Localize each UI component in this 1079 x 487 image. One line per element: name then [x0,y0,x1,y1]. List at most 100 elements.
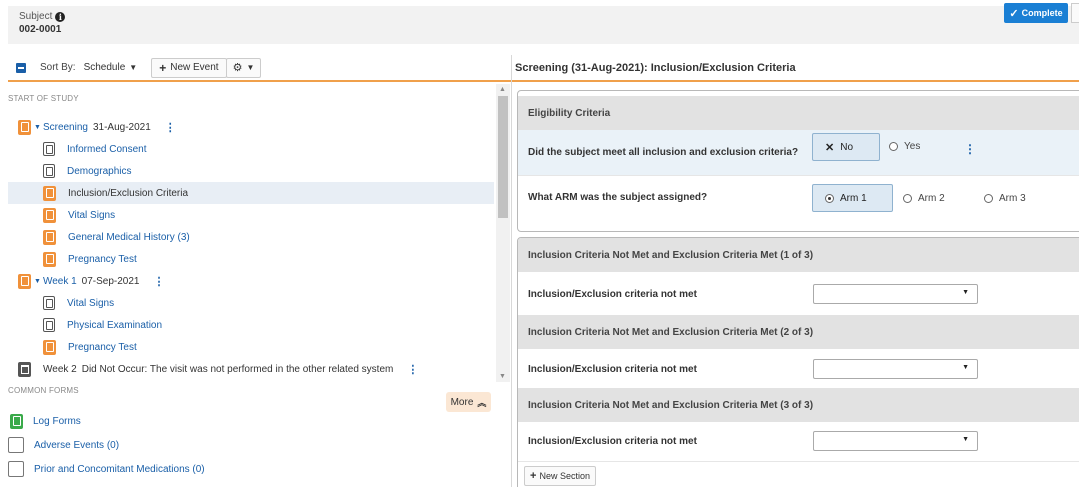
form-link[interactable]: Pregnancy Test [68,342,137,353]
form-row[interactable]: Vital Signs [8,292,494,314]
form-link[interactable]: Physical Examination [67,320,162,331]
option-arm2[interactable]: Arm 2 [903,185,945,211]
event-date: 07-Sep-2021 [81,275,140,287]
common-form-link[interactable]: Prior and Concomitant Medications (0) [34,464,205,475]
form-link[interactable]: General Medical History (3) [68,232,190,243]
form-icon [43,185,56,201]
checkbox-icon[interactable] [8,437,24,453]
settings-button[interactable]: ⚙ ▼ [225,57,262,78]
field-label: Inclusion/Exclusion criteria not met [528,288,697,300]
form-row[interactable]: General Medical History (3) [8,226,494,248]
form-icon [43,229,56,245]
common-form-row[interactable]: Log Forms [8,410,428,432]
eligibility-header: Eligibility Criteria [518,96,1079,130]
sort-dropdown[interactable]: Schedule ▼ [84,62,138,73]
new-event-button[interactable]: + New Event [151,57,227,78]
form-icon [43,251,56,267]
criteria-select[interactable] [813,431,978,451]
checkbox-icon[interactable] [8,461,24,477]
criteria-select[interactable] [813,359,978,379]
form-row[interactable]: Informed Consent [8,138,494,160]
event-row-week2[interactable]: Week 2 Did Not Occur: The visit was not … [8,358,494,380]
divider [518,175,1079,176]
form-link[interactable]: Vital Signs [67,298,114,309]
collapse-all-icon[interactable] [16,62,26,73]
form-title: Screening (31-Aug-2021): Inclusion/Exclu… [515,61,796,74]
expand-icon[interactable]: ▼ [34,124,41,131]
form-row[interactable]: Vital Signs [8,204,494,226]
form-row-selected[interactable]: Inclusion/Exclusion Criteria [8,182,494,204]
more-actions-button[interactable] [1071,3,1079,23]
more-button[interactable]: More ︽ [446,392,491,412]
question-label: Did the subject meet all inclusion and e… [528,147,799,158]
form-icon [43,339,56,355]
common-form-link[interactable]: Log Forms [33,416,81,427]
criteria-select[interactable] [813,284,978,304]
option-label: No [840,141,854,153]
form-icon [18,273,31,289]
form-row[interactable]: Pregnancy Test [8,336,494,358]
form-link[interactable]: Vital Signs [68,210,115,221]
form-row[interactable]: Pregnancy Test [8,248,494,270]
kebab-menu-icon[interactable]: ⋮ [165,121,176,134]
option-arm3[interactable]: Arm 3 [984,185,1026,211]
new-section-button[interactable]: + New Section [524,466,596,486]
common-forms-label: COMMON FORMS [8,386,79,395]
kebab-menu-icon[interactable]: ⋮ [964,142,976,156]
radio-icon [903,193,912,203]
event-row-screening[interactable]: ▼ Screening 31-Aug-2021 ⋮ [8,116,494,138]
expand-icon[interactable]: ▼ [34,278,41,285]
form-link[interactable]: Informed Consent [67,144,147,155]
form-icon [10,413,23,429]
option-yes[interactable]: Yes [889,133,920,159]
event-name: Week 2 [43,363,77,375]
form-link[interactable]: Demographics [67,166,131,177]
event-name[interactable]: Week 1 [43,276,77,287]
section-header: Inclusion Criteria Not Met and Exclusion… [518,238,1079,272]
section-field-row: Inclusion/Exclusion criteria not met [518,274,1079,314]
chevron-down-icon: ▼ [129,63,138,72]
document-icon [43,164,55,178]
question-label: What ARM was the subject assigned? [528,191,708,203]
scroll-up-icon[interactable]: ▲ [499,86,506,93]
tree-scrollbar[interactable]: ▲ ▼ [496,84,510,382]
subject-label-row: Subject i [19,11,1068,22]
scroll-down-icon[interactable]: ▼ [499,373,506,380]
scroll-thumb[interactable] [498,96,508,218]
common-form-row[interactable]: Adverse Events (0) [8,434,428,456]
section-field-row: Inclusion/Exclusion criteria not met [518,421,1079,461]
option-arm1[interactable]: Arm 1 [812,184,893,212]
info-icon[interactable]: i [55,11,66,22]
event-row-week1[interactable]: ▼ Week 1 07-Sep-2021 ⋮ [8,270,494,292]
form-link[interactable]: Pregnancy Test [68,254,137,265]
complete-button[interactable]: ✓ Complete [1004,3,1068,23]
sort-value: Schedule [83,62,126,73]
check-icon: ✓ [1009,7,1019,20]
option-label: Yes [904,140,921,152]
common-forms-panel: COMMON FORMS More ︽ Log Forms Adverse Ev… [8,386,511,487]
section-header: Inclusion Criteria Not Met and Exclusion… [518,315,1079,349]
question-row-arm: What ARM was the subject assigned? Arm 1… [518,177,1079,217]
form-row[interactable]: Demographics [8,160,494,182]
kebab-menu-icon[interactable]: ⋮ [154,275,165,288]
new-event-label: New Event [170,62,219,73]
x-icon: ✕ [825,141,835,154]
form-icon [18,119,31,135]
form-row[interactable]: Physical Examination [8,314,494,336]
double-chevron-up-icon: ︽ [477,397,487,408]
new-section-label: New Section [539,471,590,481]
event-name[interactable]: Screening [43,122,88,133]
form-header: Screening (31-Aug-2021): Inclusion/Exclu… [512,55,1079,82]
option-label: Arm 1 [840,192,867,204]
left-toolbar: Sort By: Schedule ▼ + New Event ⚙ ▼ [8,55,511,82]
section-header: Inclusion Criteria Not Met and Exclusion… [518,388,1079,422]
panel-divider[interactable] [511,55,512,487]
calendar-icon [18,361,31,377]
kebab-menu-icon[interactable]: ⋮ [407,363,418,376]
form-link[interactable]: Inclusion/Exclusion Criteria [68,188,188,199]
common-form-row[interactable]: Prior and Concomitant Medications (0) [8,458,428,480]
common-form-link[interactable]: Adverse Events (0) [34,440,119,451]
option-no[interactable]: ✕ No [812,133,880,161]
divider [518,461,1079,462]
field-label: Inclusion/Exclusion criteria not met [528,363,697,375]
